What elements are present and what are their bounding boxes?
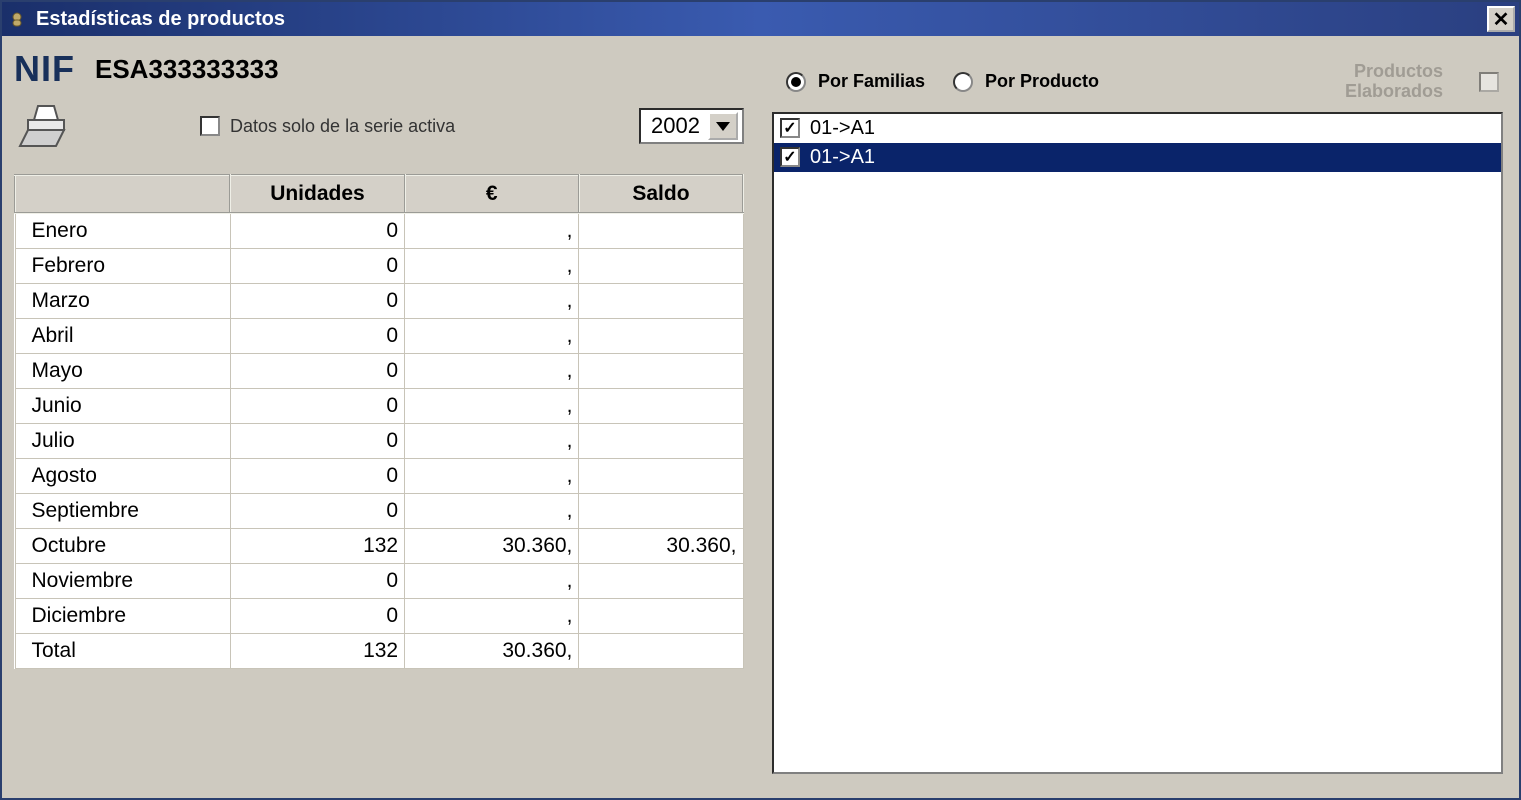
cell-euro: , — [405, 564, 579, 599]
column-header-units[interactable]: Unidades — [230, 175, 404, 213]
cell-units: 132 — [230, 634, 404, 669]
cell-saldo — [579, 634, 743, 669]
tree-item[interactable]: 01->A1 — [774, 143, 1501, 172]
cell-units: 0 — [230, 424, 404, 459]
cell-month: Septiembre — [15, 494, 230, 529]
cell-month: Marzo — [15, 284, 230, 319]
cell-units: 0 — [230, 599, 404, 634]
cell-month: Abril — [15, 319, 230, 354]
cell-saldo: 30.360, — [579, 529, 743, 564]
cell-units: 0 — [230, 459, 404, 494]
elaborados-checkbox — [1479, 72, 1499, 92]
cell-euro: 30.360, — [405, 529, 579, 564]
cell-month: Noviembre — [15, 564, 230, 599]
cell-month: Octubre — [15, 529, 230, 564]
cell-euro: , — [405, 319, 579, 354]
table-row[interactable]: Septiembre0, — [15, 494, 743, 529]
table-row[interactable]: Noviembre0, — [15, 564, 743, 599]
tree-item-checkbox[interactable] — [780, 118, 800, 138]
tree-item-label: 01->A1 — [806, 116, 879, 141]
nif-label: NIF — [14, 48, 75, 90]
year-value: 2002 — [651, 113, 700, 139]
cell-euro: , — [405, 354, 579, 389]
cell-euro: , — [405, 284, 579, 319]
table-row[interactable]: Total13230.360, — [15, 634, 743, 669]
cell-euro: , — [405, 459, 579, 494]
cell-units: 0 — [230, 213, 404, 249]
radio-producto-label: Por Producto — [985, 71, 1099, 92]
cell-euro: , — [405, 389, 579, 424]
radio-familias-label: Por Familias — [818, 71, 925, 92]
cell-euro: 30.360, — [405, 634, 579, 669]
tree-item-label: 01->A1 — [806, 145, 879, 170]
cell-euro: , — [405, 213, 579, 249]
table-row[interactable]: Febrero0, — [15, 249, 743, 284]
tree-item[interactable]: 01->A1 — [774, 114, 1501, 143]
elaborados-label: Productos Elaborados — [1345, 62, 1443, 102]
active-series-checkbox[interactable] — [200, 116, 220, 136]
cell-saldo — [579, 459, 743, 494]
table-row[interactable]: Mayo0, — [15, 354, 743, 389]
table-row[interactable]: Marzo0, — [15, 284, 743, 319]
table-row[interactable]: Junio0, — [15, 389, 743, 424]
cell-saldo — [579, 249, 743, 284]
cell-month: Junio — [15, 389, 230, 424]
column-header-euro[interactable]: € — [405, 175, 579, 213]
cell-month: Agosto — [15, 459, 230, 494]
cell-units: 0 — [230, 389, 404, 424]
cell-saldo — [579, 213, 743, 249]
cell-saldo — [579, 564, 743, 599]
product-stats-window: Estadísticas de productos ✕ NIF ESA33333… — [0, 0, 1521, 800]
table-row[interactable]: Diciembre0, — [15, 599, 743, 634]
table-row[interactable]: Enero0, — [15, 213, 743, 249]
nif-value: ESA333333333 — [95, 54, 279, 85]
radio-empty-icon — [953, 72, 973, 92]
cell-units: 0 — [230, 564, 404, 599]
cell-month: Enero — [15, 213, 230, 249]
cell-month: Febrero — [15, 249, 230, 284]
column-header-saldo[interactable]: Saldo — [579, 175, 743, 213]
cell-saldo — [579, 284, 743, 319]
cell-saldo — [579, 319, 743, 354]
table-row[interactable]: Abril0, — [15, 319, 743, 354]
cell-euro: , — [405, 424, 579, 459]
print-icon[interactable] — [14, 96, 78, 156]
cell-month: Mayo — [15, 354, 230, 389]
radio-por-producto[interactable]: Por Producto — [953, 71, 1099, 92]
cell-saldo — [579, 599, 743, 634]
year-dropdown[interactable]: 2002 — [639, 108, 744, 144]
dropdown-arrow-icon[interactable] — [708, 112, 738, 140]
titlebar: Estadísticas de productos ✕ — [2, 2, 1519, 36]
close-button[interactable]: ✕ — [1487, 6, 1515, 32]
cell-month: Diciembre — [15, 599, 230, 634]
cell-units: 0 — [230, 354, 404, 389]
table-row[interactable]: Octubre13230.360,30.360, — [15, 529, 743, 564]
cell-euro: , — [405, 494, 579, 529]
cell-units: 0 — [230, 494, 404, 529]
cell-saldo — [579, 494, 743, 529]
cell-month: Julio — [15, 424, 230, 459]
cell-saldo — [579, 389, 743, 424]
cell-units: 0 — [230, 249, 404, 284]
app-icon — [6, 8, 28, 30]
cell-units: 132 — [230, 529, 404, 564]
cell-units: 0 — [230, 284, 404, 319]
monthly-data-table: Unidades € Saldo Enero0,Febrero0,Marzo0,… — [14, 174, 744, 669]
active-series-label: Datos solo de la serie activa — [230, 116, 455, 137]
radio-por-familias[interactable]: Por Familias — [786, 71, 925, 92]
window-title: Estadísticas de productos — [36, 8, 1487, 31]
family-tree[interactable]: 01->A1 01->A1 — [772, 112, 1503, 774]
cell-euro: , — [405, 249, 579, 284]
cell-saldo — [579, 354, 743, 389]
tree-item-checkbox[interactable] — [780, 147, 800, 167]
cell-units: 0 — [230, 319, 404, 354]
cell-saldo — [579, 424, 743, 459]
radio-dot-icon — [786, 72, 806, 92]
table-row[interactable]: Julio0, — [15, 424, 743, 459]
table-row[interactable]: Agosto0, — [15, 459, 743, 494]
cell-month: Total — [15, 634, 230, 669]
cell-euro: , — [405, 599, 579, 634]
column-header-blank[interactable] — [15, 175, 230, 213]
